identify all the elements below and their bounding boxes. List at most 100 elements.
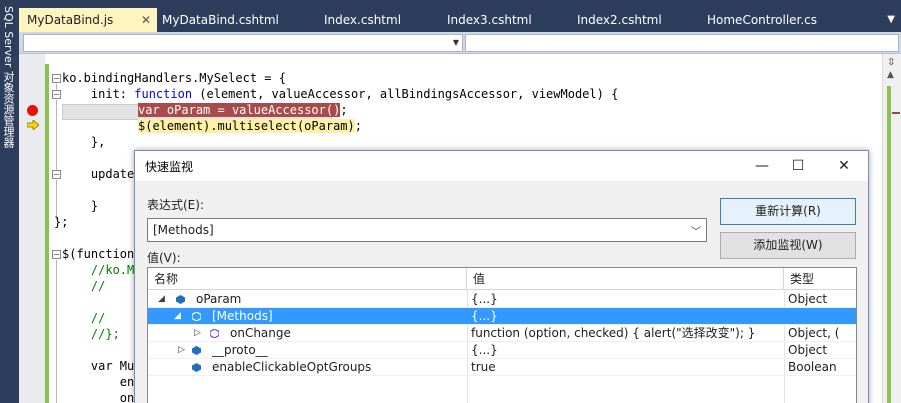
expression-label: 表达式(E): xyxy=(147,198,204,212)
tab-homecontroller-cs[interactable]: HomeController.cs xyxy=(699,8,859,32)
expand-icon[interactable]: ◢ xyxy=(158,291,165,308)
tab-mydatabind-js[interactable]: MyDataBind.js ✕ xyxy=(19,8,157,32)
split-icon[interactable]: ⇳ xyxy=(887,57,895,68)
tab-label: MyDataBind.cshtml xyxy=(162,13,279,27)
tab-label: Index2.cshtml xyxy=(577,13,662,27)
column-header-value[interactable]: 值 xyxy=(467,268,784,290)
code-comment[interactable]: // xyxy=(62,310,105,326)
quick-watch-dialog: 快速监视 — ☐ ✕ 表达式(E): [Methods] ﹀ 重新计算(R) 添… xyxy=(134,150,869,403)
chevron-down-icon: ▼ xyxy=(452,38,459,47)
code-line[interactable]: } xyxy=(62,198,98,214)
code-line[interactable]: $(element).multiselect(oParam); xyxy=(138,118,362,134)
code-line[interactable]: var oParam = valueAccessor(); xyxy=(138,102,348,118)
tab-index2-cshtml[interactable]: Index2.cshtml xyxy=(569,8,694,32)
expression-combobox[interactable]: [Methods] ﹀ xyxy=(147,218,707,242)
scrollbar-breakpoint-marker xyxy=(892,112,900,114)
code-comment[interactable]: // xyxy=(62,278,127,294)
tab-index-cshtml[interactable]: Index.cshtml xyxy=(316,8,436,32)
code-comment[interactable]: //ko.M xyxy=(62,262,134,278)
collapse-icon[interactable]: − xyxy=(52,170,61,179)
code-token: (element, valueAccessor, allBindingsAcce… xyxy=(192,87,619,101)
code-line[interactable]: on xyxy=(62,390,134,403)
code-token: $(element).multiselect(oParam) xyxy=(138,119,355,133)
tab-label: HomeController.cs xyxy=(707,13,818,27)
current-statement-arrow-icon xyxy=(27,120,39,130)
maximize-button[interactable]: ☐ xyxy=(783,156,813,176)
method-icon xyxy=(210,329,219,338)
code-line[interactable]: }; xyxy=(54,214,68,230)
sql-server-explorer-strip[interactable]: SQL Server 对象资源管理器 xyxy=(0,0,19,403)
expand-icon[interactable]: ▷ xyxy=(178,342,185,359)
type-dropdown[interactable]: ▼ xyxy=(23,34,463,52)
navigation-bar: ▼ xyxy=(19,32,901,54)
row-type: Boolean xyxy=(788,360,837,374)
sql-server-explorer-label[interactable]: SQL Server 对象资源管理器 xyxy=(2,6,16,148)
row-name: [Methods] xyxy=(212,309,273,323)
code-line[interactable]: en xyxy=(62,374,134,390)
row-name: onChange xyxy=(230,326,291,340)
row-value: {...} xyxy=(471,309,498,323)
document-tab-strip: MyDataBind.js ✕ MyDataBind.cshtml Index.… xyxy=(19,8,901,32)
code-line[interactable]: $(function xyxy=(62,246,134,262)
grid-row[interactable]: ◢ oParam {...} Object xyxy=(148,291,856,308)
row-type: Object xyxy=(788,292,828,306)
code-line[interactable]: update xyxy=(62,166,134,182)
grid-row-selected[interactable]: ◢ [Methods] {...} xyxy=(148,308,856,325)
watch-value-grid[interactable]: 名称 值 类型 ◢ oParam {...} Object ◢ [Methods… xyxy=(147,267,857,403)
code-keyword: function xyxy=(134,87,193,101)
row-type: Object xyxy=(788,343,828,357)
code-line[interactable]: var Mu xyxy=(62,358,134,374)
outline-guide xyxy=(56,100,57,170)
grid-header: 名称 值 类型 xyxy=(148,268,856,290)
expand-icon[interactable]: ◢ xyxy=(174,308,181,325)
collapse-icon[interactable]: − xyxy=(52,90,61,99)
close-icon[interactable]: ✕ xyxy=(141,8,151,32)
grid-row[interactable]: ▷ __proto__ {...} Object xyxy=(148,342,856,359)
code-line[interactable]: ko.bindingHandlers.MySelect = { xyxy=(62,70,286,86)
close-button[interactable]: ✕ xyxy=(829,156,859,176)
minimize-button[interactable]: — xyxy=(747,156,777,176)
code-token: = valueAccessor() xyxy=(210,103,341,117)
expand-icon[interactable]: ▷ xyxy=(194,325,201,342)
code-line[interactable]: init: function (element, valueAccessor, … xyxy=(62,86,618,102)
code-variable: oParam xyxy=(166,103,211,117)
tab-overflow-icon[interactable]: ▼ xyxy=(887,8,895,32)
tab-label: Index.cshtml xyxy=(324,13,402,27)
tab-label: Index3.cshtml xyxy=(447,13,532,27)
outline-guide xyxy=(56,84,57,90)
row-value: function (option, checked) { alert("选择改变… xyxy=(471,326,756,340)
recalculate-button[interactable]: 重新计算(R) xyxy=(720,198,856,225)
tab-index3-cshtml[interactable]: Index3.cshtml xyxy=(439,8,564,32)
add-watch-button[interactable]: 添加监视(W) xyxy=(720,232,856,259)
object-icon xyxy=(192,346,201,355)
grid-row[interactable]: ▷ onChange function (option, checked) { … xyxy=(148,325,856,342)
breakpoint-icon[interactable] xyxy=(27,105,38,116)
dialog-titlebar[interactable]: 快速监视 — ☐ ✕ xyxy=(135,151,868,181)
collapse-icon[interactable]: − xyxy=(52,250,61,259)
tab-label: MyDataBind.js xyxy=(27,13,114,27)
code-comment[interactable]: //}; xyxy=(62,326,120,342)
row-name: oParam xyxy=(196,292,242,306)
collapse-icon[interactable]: − xyxy=(52,74,61,83)
grid-row[interactable]: enableClickableOptGroups true Boolean xyxy=(148,359,856,376)
scrollbar-change-marker xyxy=(887,86,891,403)
column-header-name[interactable]: 名称 xyxy=(148,268,467,290)
change-tracking-bar xyxy=(45,64,49,403)
expression-value: [Methods] xyxy=(153,223,214,237)
tab-mydatabind-cshtml[interactable]: MyDataBind.cshtml xyxy=(154,8,314,32)
code-token: init: xyxy=(62,87,135,101)
code-token: ; xyxy=(354,119,362,133)
row-name: enableClickableOptGroups xyxy=(212,360,372,374)
code-token: ; xyxy=(340,103,348,117)
method-group-icon xyxy=(192,312,201,321)
code-line[interactable]: }, xyxy=(62,134,105,150)
editor-vertical-scrollbar[interactable]: ⇳ ▲ xyxy=(882,54,901,403)
row-value: true xyxy=(471,360,496,374)
column-header-type[interactable]: 类型 xyxy=(784,268,856,290)
object-icon xyxy=(176,295,185,304)
member-dropdown[interactable] xyxy=(465,34,899,52)
outline-guide xyxy=(56,260,57,403)
scroll-up-icon[interactable]: ▲ xyxy=(887,70,894,80)
code-keyword: var xyxy=(138,103,160,117)
chevron-down-icon[interactable]: ﹀ xyxy=(691,223,701,238)
